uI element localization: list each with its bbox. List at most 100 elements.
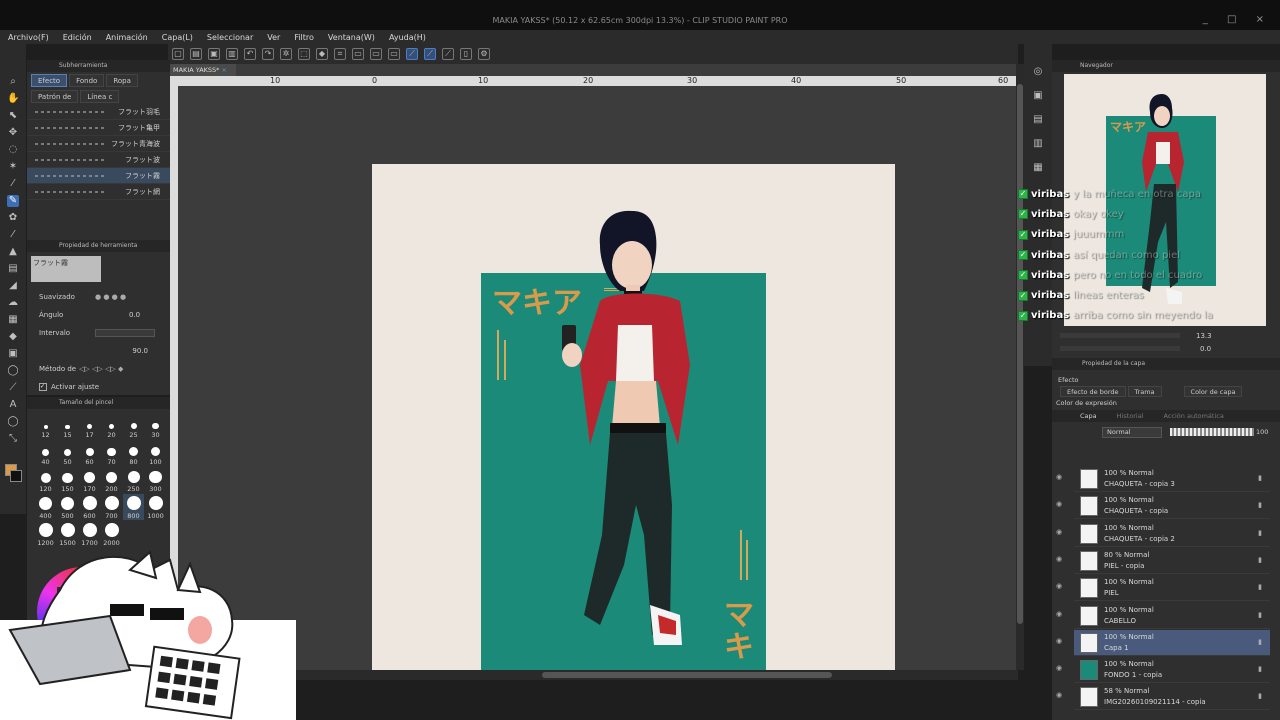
intervalo-value[interactable]: 90.0 bbox=[132, 347, 148, 355]
document-tab[interactable]: MAKIA YAKSS* × bbox=[170, 64, 236, 76]
tab-patron[interactable]: Patrón de bbox=[31, 89, 79, 103]
decoration-icon[interactable]: ✿ bbox=[7, 212, 19, 224]
lock-icon[interactable]: ▮ bbox=[1258, 583, 1262, 591]
brush-size-option[interactable]: 40 bbox=[35, 440, 56, 466]
layer-row[interactable]: ◉ 100 % Normal FONDO 1 - copia ▮ bbox=[1056, 657, 1270, 684]
blend-icon[interactable]: ☁ bbox=[7, 297, 19, 309]
window-controls[interactable]: _ □ × bbox=[1203, 14, 1272, 25]
zoom-value[interactable]: 13.3 bbox=[1196, 332, 1212, 340]
layer-row[interactable]: ◉ 100 % Normal PIEL ▮ bbox=[1056, 575, 1270, 602]
deselect-icon[interactable]: ▭ bbox=[370, 48, 382, 60]
open-icon[interactable]: ▤ bbox=[190, 48, 202, 60]
metodo-options[interactable]: ◁▷ ◁▷ ◁▷ ◆ bbox=[79, 365, 123, 373]
eye-icon[interactable]: ◉ bbox=[1056, 555, 1062, 563]
eye-icon[interactable]: ◉ bbox=[1056, 528, 1062, 536]
lock-icon[interactable]: ▮ bbox=[1258, 665, 1262, 673]
lock-icon[interactable]: ▮ bbox=[1258, 529, 1262, 537]
redo-icon[interactable]: ↷ bbox=[262, 48, 274, 60]
fill-bucket-icon[interactable]: ◆ bbox=[7, 331, 19, 343]
tab-ropa[interactable]: Ropa bbox=[106, 73, 138, 87]
brush-size-option[interactable]: 70 bbox=[101, 440, 122, 466]
transform-icon[interactable]: ⬚ bbox=[298, 48, 310, 60]
eye-icon[interactable]: ◉ bbox=[1056, 637, 1062, 645]
tab-efecto[interactable]: Efecto bbox=[31, 73, 68, 87]
new-icon[interactable]: ▢ bbox=[172, 48, 184, 60]
layer-row[interactable]: ◉ 58 % Normal IMG20260109021114 - copia ▮ bbox=[1056, 684, 1270, 711]
suavizado-options[interactable]: ● ● ● ● bbox=[95, 293, 126, 301]
layer-row[interactable]: ◉ 100 % Normal Capa 1 ▮ bbox=[1056, 629, 1270, 656]
brush-size-option[interactable]: 1700 bbox=[79, 521, 100, 547]
ruler-tool-icon[interactable]: ⟋ bbox=[7, 382, 19, 394]
balloon-icon[interactable]: ◯ bbox=[7, 416, 19, 428]
horizontal-scrollbar[interactable] bbox=[170, 670, 1018, 680]
horizontal-scroll-thumb[interactable] bbox=[542, 672, 832, 678]
undo-icon[interactable]: ↶ bbox=[244, 48, 256, 60]
eraser-icon[interactable]: ◢ bbox=[7, 280, 19, 292]
layer-row[interactable]: ◉ 100 % Normal CHAQUETA - copia 2 ▮ bbox=[1056, 521, 1270, 547]
menu-ayuda[interactable]: Ayuda(H) bbox=[389, 33, 426, 42]
lock-icon[interactable]: ▮ bbox=[1258, 556, 1262, 564]
brush-size-option[interactable]: 50 bbox=[57, 440, 78, 466]
info-icon[interactable]: ▥ bbox=[1032, 138, 1044, 150]
minimize-button[interactable]: _ bbox=[1203, 14, 1216, 25]
brush-size-option[interactable]: 250 bbox=[123, 467, 144, 493]
correct-line-icon[interactable]: ⤡ bbox=[7, 433, 19, 445]
tab-historial[interactable]: Historial bbox=[1117, 410, 1144, 422]
close-button[interactable]: × bbox=[1256, 14, 1272, 25]
effect-border-button[interactable]: Efecto de borde bbox=[1060, 386, 1126, 397]
eye-icon[interactable]: ◉ bbox=[1056, 582, 1062, 590]
text-icon[interactable]: A bbox=[7, 399, 19, 411]
magic-wand-icon[interactable]: ✶ bbox=[7, 161, 19, 173]
navigator-icon[interactable]: ◎ bbox=[1032, 66, 1044, 78]
lasso-icon[interactable]: ◌ bbox=[7, 144, 19, 156]
gradient-icon[interactable]: ▣ bbox=[7, 348, 19, 360]
color-icon[interactable]: ⚙ bbox=[478, 48, 490, 60]
tab-fondo[interactable]: Fondo bbox=[69, 73, 105, 87]
lock-icon[interactable]: ▮ bbox=[1258, 474, 1262, 482]
menu-seleccionar[interactable]: Seleccionar bbox=[207, 33, 253, 42]
settings-icon[interactable]: ✲ bbox=[280, 48, 292, 60]
select-all-icon[interactable]: ▭ bbox=[352, 48, 364, 60]
airbrush-icon[interactable]: ▲ bbox=[7, 246, 19, 258]
opacity-value[interactable]: 100 bbox=[1256, 428, 1268, 436]
zoom-icon[interactable]: ⌕ bbox=[7, 76, 19, 88]
print-icon[interactable]: ▥ bbox=[226, 48, 238, 60]
angle-value[interactable]: 0.0 bbox=[1200, 345, 1211, 353]
brush-item[interactable]: フラット網 bbox=[27, 184, 170, 200]
snap-grid-icon[interactable]: ⟋ bbox=[442, 48, 454, 60]
brush-size-option[interactable]: 700 bbox=[101, 494, 122, 520]
brush-size-option[interactable]: 1000 bbox=[145, 494, 166, 520]
ruler-icon[interactable]: ▯ bbox=[460, 48, 472, 60]
brush-size-option[interactable]: 80 bbox=[123, 440, 144, 466]
menu-ventana[interactable]: Ventana(W) bbox=[328, 33, 375, 42]
brush-size-option[interactable]: 300 bbox=[145, 467, 166, 493]
lock-icon[interactable]: ▮ bbox=[1258, 611, 1262, 619]
brush-size-option[interactable]: 200 bbox=[101, 467, 122, 493]
eye-icon[interactable]: ◉ bbox=[1056, 664, 1062, 672]
brush-icon[interactable]: ⁄ bbox=[7, 229, 19, 241]
hand-icon[interactable]: ✋ bbox=[7, 93, 19, 105]
eye-icon[interactable]: ◉ bbox=[1056, 691, 1062, 699]
rotate-slider[interactable] bbox=[1060, 346, 1180, 351]
brush-size-option[interactable]: 150 bbox=[57, 467, 78, 493]
brush-size-option[interactable]: 800 bbox=[123, 494, 144, 520]
snap-special-ruler-icon[interactable]: ⟋ bbox=[424, 48, 436, 60]
brush-item[interactable]: フラット羽毛 bbox=[27, 104, 170, 120]
eye-icon[interactable]: ◉ bbox=[1056, 500, 1062, 508]
brush-size-option[interactable]: 1200 bbox=[35, 521, 56, 547]
brush-item[interactable]: フラット青海波 bbox=[27, 136, 170, 152]
brush-size-option[interactable]: 15 bbox=[57, 413, 78, 439]
zoom-slider[interactable] bbox=[1060, 333, 1180, 338]
material-icon[interactable]: ▣ bbox=[1032, 90, 1044, 102]
brush-size-option[interactable]: 2000 bbox=[101, 521, 122, 547]
brush-size-option[interactable]: 20 bbox=[101, 413, 122, 439]
brush-size-option[interactable]: 400 bbox=[35, 494, 56, 520]
effect-layer-color-button[interactable]: Color de capa bbox=[1183, 386, 1243, 397]
layer-row[interactable]: ◉ 100 % Normal CHAQUETA - copia ▮ bbox=[1056, 493, 1270, 520]
save-icon[interactable]: ▣ bbox=[208, 48, 220, 60]
intervalo-slider[interactable] bbox=[95, 329, 155, 337]
tab-accion[interactable]: Acción automática bbox=[1164, 410, 1224, 422]
menu-animacion[interactable]: Animación bbox=[106, 33, 148, 42]
invert-icon[interactable]: ▭ bbox=[388, 48, 400, 60]
blend-mode-select[interactable]: Normal bbox=[1102, 426, 1162, 438]
